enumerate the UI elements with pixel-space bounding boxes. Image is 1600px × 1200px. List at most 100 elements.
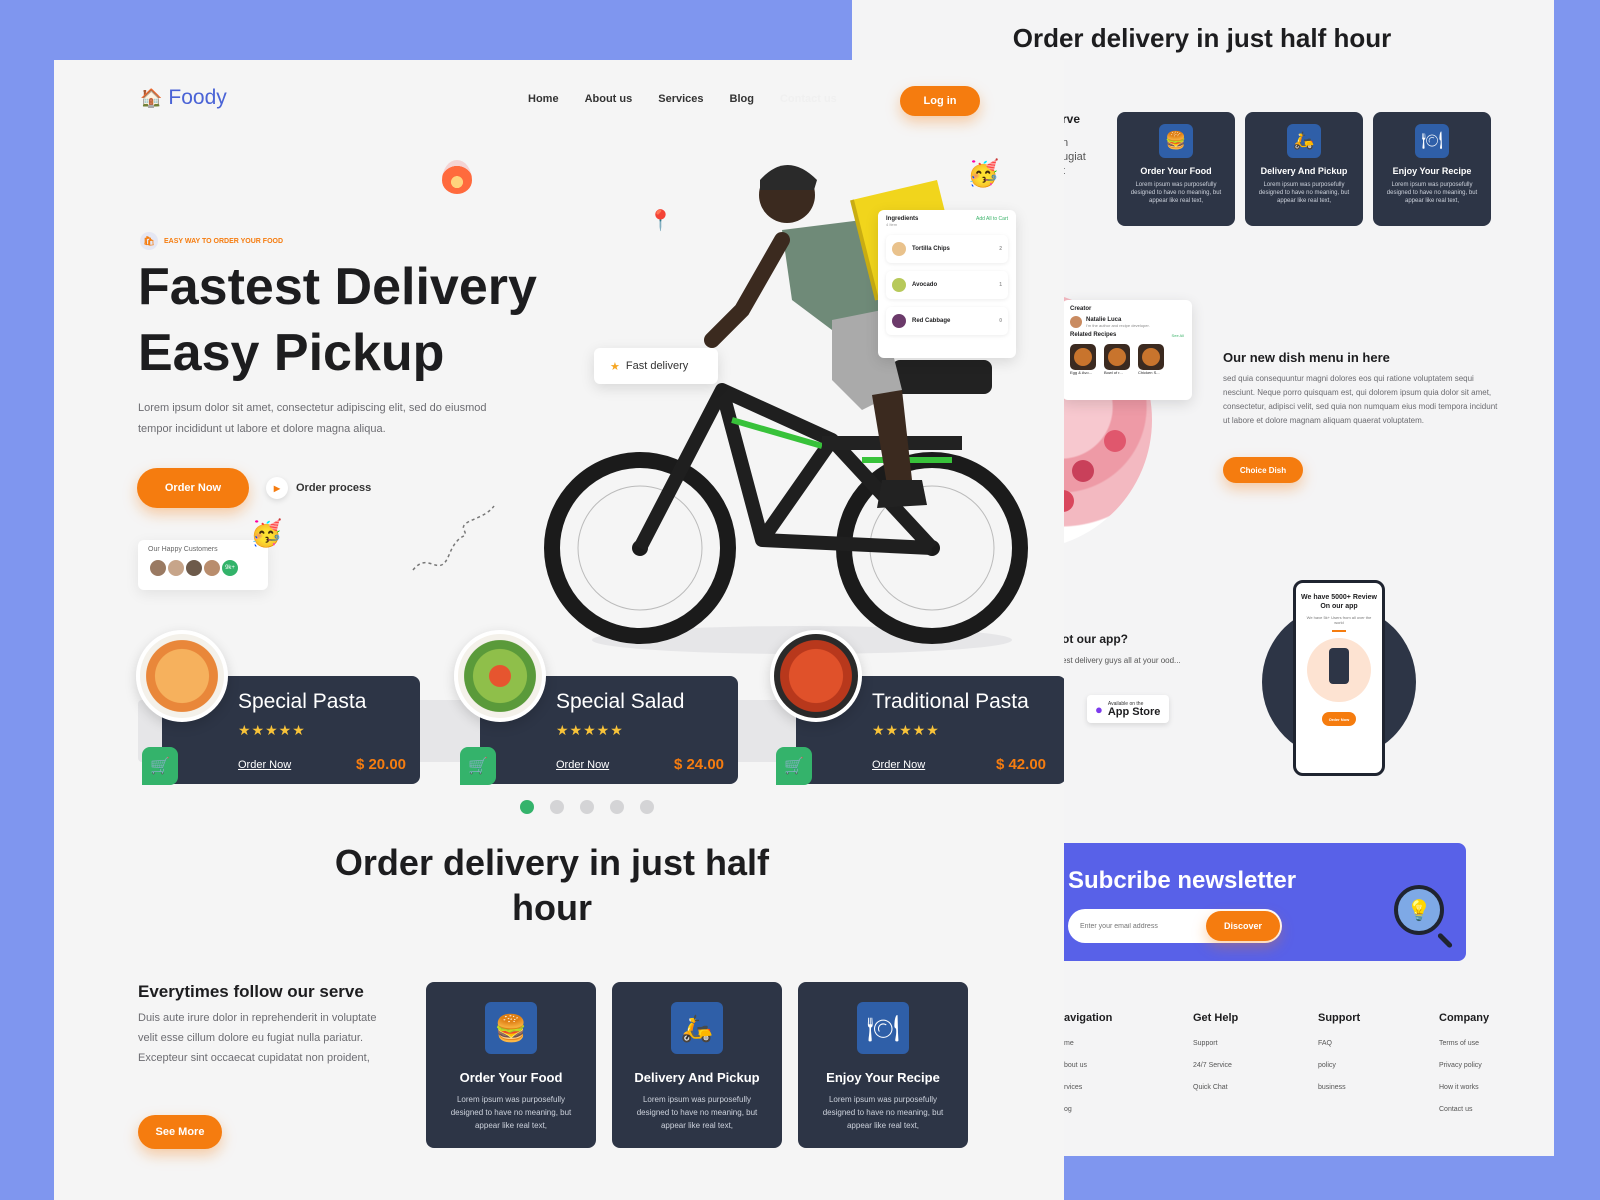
- nav-home[interactable]: Home: [528, 93, 559, 105]
- nav-services[interactable]: Services: [658, 93, 703, 105]
- fast-delivery-label: Fast delivery: [625, 360, 689, 372]
- dish-name: Traditional Pasta: [872, 690, 1029, 713]
- creator-card: Creator Natalie Luca I'm the author and …: [1062, 300, 1192, 400]
- avatar: [184, 558, 204, 578]
- see-all-link[interactable]: See All: [1172, 333, 1184, 338]
- back-service-desc: Lorem ipsum was purposefully designed to…: [1130, 182, 1222, 204]
- phone-title: We have 5000+ Review On our app: [1301, 594, 1377, 610]
- service-card[interactable]: 🍔 Order Your Food Lorem ipsum was purpos…: [426, 982, 596, 1148]
- footer-link[interactable]: bout us: [1064, 1062, 1112, 1069]
- footer-link[interactable]: Contact us: [1439, 1106, 1489, 1113]
- squiggle-decoration: [412, 505, 495, 571]
- ingredient-qty[interactable]: 1: [999, 282, 1002, 288]
- footer-heading: Support: [1318, 1012, 1361, 1024]
- carousel-dot[interactable]: [640, 800, 654, 814]
- newsletter-form: Discover: [1068, 909, 1282, 943]
- back-service-card[interactable]: 🛵 Delivery And Pickup Lorem ipsum was pu…: [1245, 112, 1363, 226]
- service-title: Order Your Food: [459, 1070, 563, 1085]
- cart-icon: 🛒: [784, 758, 804, 775]
- carousel-dot[interactable]: [580, 800, 594, 814]
- dish-order-link[interactable]: Order Now: [872, 759, 925, 771]
- recipe-thumb[interactable]: Chicken S...: [1138, 344, 1164, 375]
- dish-name: Special Pasta: [238, 690, 367, 713]
- ingredient-row[interactable]: Avocado 1: [886, 271, 1008, 299]
- add-all-to-cart-link[interactable]: Add All to Cart: [976, 216, 1008, 222]
- recipe-thumb[interactable]: Egg & Avo...: [1070, 344, 1096, 375]
- footer-link[interactable]: me: [1064, 1040, 1112, 1047]
- footer-link[interactable]: business: [1318, 1084, 1360, 1091]
- back-service-title: Delivery And Pickup: [1260, 166, 1348, 176]
- login-button[interactable]: Log in: [900, 86, 980, 116]
- dish-order-link[interactable]: Order Now: [238, 759, 291, 771]
- back-cut-heading: rve: [1062, 112, 1081, 126]
- footer-column-company: Company Terms of use Privacy policy How …: [1439, 1012, 1489, 1128]
- ingredient-row[interactable]: Tortilla Chips 2: [886, 235, 1008, 263]
- ingredient-qty[interactable]: 0: [999, 318, 1002, 324]
- rating-stars: ★★★★★: [238, 722, 306, 738]
- ingredient-name: Red Cabbage: [912, 318, 951, 324]
- cart-icon: 🛒: [150, 758, 170, 775]
- newsletter-email-input[interactable]: [1080, 922, 1200, 930]
- footer-link[interactable]: Quick Chat: [1193, 1084, 1238, 1091]
- carousel-dot[interactable]: [550, 800, 564, 814]
- logo[interactable]: 🏠 Foody: [140, 86, 227, 110]
- service-card[interactable]: 🛵 Delivery And Pickup Lorem ipsum was pu…: [612, 982, 782, 1148]
- ingredient-thumb: [892, 242, 906, 256]
- creator-bio: I'm the author and recipe developer.: [1086, 322, 1150, 328]
- footer-column-navigation: avigation me bout us rvices og: [1064, 1012, 1112, 1128]
- footer-link[interactable]: How it works: [1439, 1084, 1489, 1091]
- lightbulb-search-icon: 💡: [1394, 885, 1444, 935]
- phone-order-button[interactable]: Order Now: [1322, 712, 1356, 726]
- ingredient-name: Tortilla Chips: [912, 246, 950, 252]
- happy-customers-card: Our Happy Customers 9k+: [138, 540, 268, 590]
- footer-link[interactable]: Support: [1193, 1040, 1238, 1047]
- service-title: Delivery And Pickup: [634, 1070, 760, 1085]
- service-desc: Lorem ipsum was purposefully designed to…: [822, 1095, 944, 1130]
- avatar: [202, 558, 222, 578]
- see-more-button[interactable]: See More: [138, 1115, 222, 1149]
- phone-mockup: We have 5000+ Review On our app We have …: [1293, 580, 1385, 776]
- back-service-card[interactable]: 🍽 Enjoy Your Recipe Lorem ipsum was purp…: [1373, 112, 1491, 226]
- footer-link[interactable]: Terms of use: [1439, 1040, 1489, 1047]
- back-service-card[interactable]: 🍔 Order Your Food Lorem ipsum was purpos…: [1117, 112, 1235, 226]
- ingredient-row[interactable]: Red Cabbage 0: [886, 307, 1008, 335]
- badge-icon: ★: [610, 360, 620, 373]
- footer-link[interactable]: policy: [1318, 1062, 1360, 1069]
- scooter-icon: 🛵: [671, 1002, 723, 1054]
- add-to-cart-button[interactable]: 🛒: [460, 747, 496, 785]
- party-face-icon: 🥳: [967, 158, 1000, 188]
- nav-about-us[interactable]: About us: [585, 93, 633, 105]
- footer-heading: Get Help: [1193, 1012, 1239, 1024]
- recipe-thumb[interactable]: Bowl of r...: [1104, 344, 1130, 375]
- choice-dish-button[interactable]: Choice Dish: [1223, 457, 1303, 483]
- footer-link[interactable]: og: [1064, 1106, 1112, 1113]
- back-service-desc: Lorem ipsum was purposefully designed to…: [1386, 182, 1478, 204]
- app-store-badge[interactable]: ● Available on the App Store: [1087, 695, 1169, 723]
- dish-price: $ 20.00: [355, 756, 406, 773]
- avatar: [166, 558, 186, 578]
- nav-blog[interactable]: Blog: [730, 93, 754, 105]
- order-now-button[interactable]: Order Now: [137, 468, 249, 508]
- salad-image: [454, 630, 546, 722]
- add-to-cart-button[interactable]: 🛒: [776, 747, 812, 785]
- footer-link[interactable]: 24/7 Service: [1193, 1062, 1238, 1069]
- footer-link[interactable]: rvices: [1064, 1084, 1112, 1091]
- add-to-cart-button[interactable]: 🛒: [142, 747, 178, 785]
- footer-link[interactable]: FAQ: [1318, 1040, 1360, 1047]
- ingredient-thumb: [892, 278, 906, 292]
- carousel-dot[interactable]: [610, 800, 624, 814]
- hero-description: Lorem ipsum dolor sit amet, consectetur …: [138, 402, 487, 435]
- nav-contact-us[interactable]: Contact us: [780, 93, 837, 105]
- service-card[interactable]: 🍽 Enjoy Your Recipe Lorem ipsum was purp…: [798, 982, 968, 1148]
- carousel-dot[interactable]: [520, 800, 534, 814]
- back-service-desc: Lorem ipsum was purposefully designed to…: [1258, 182, 1350, 204]
- discover-button[interactable]: Discover: [1206, 911, 1280, 941]
- play-icon: ▶: [266, 477, 288, 499]
- order-process-link[interactable]: ▶ Order process: [266, 477, 371, 499]
- apple-icon: ●: [1095, 701, 1103, 717]
- footer-link[interactable]: Privacy policy: [1439, 1062, 1489, 1069]
- foody-logo-icon: 🏠: [140, 87, 163, 108]
- app-title: ot our app?: [1062, 632, 1128, 646]
- dish-order-link[interactable]: Order Now: [556, 759, 609, 771]
- ingredient-qty[interactable]: 2: [999, 246, 1002, 252]
